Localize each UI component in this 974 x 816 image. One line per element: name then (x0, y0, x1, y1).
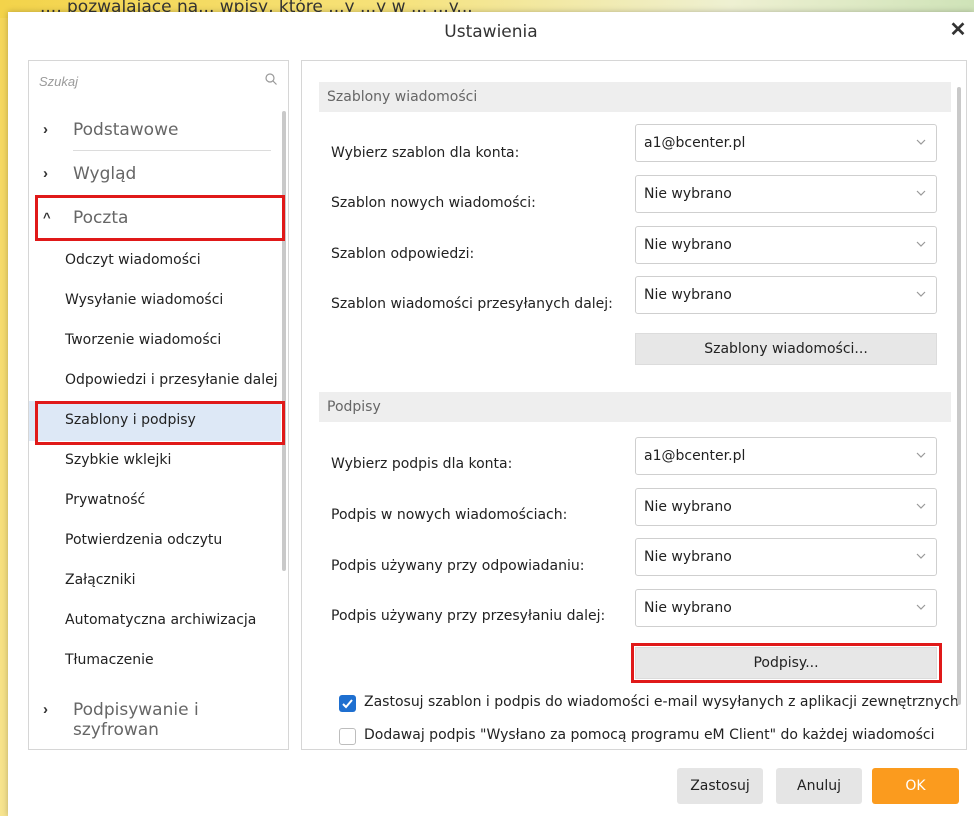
sidebar-scrollbar[interactable] (282, 111, 286, 571)
select-value: a1@bcenter.pl (644, 135, 746, 151)
nav-category-podstawowe[interactable]: › Podstawowe (29, 109, 281, 153)
nav-item-label: Załączniki (65, 572, 136, 588)
select-value: Nie wybrano (644, 499, 732, 515)
select-value: a1@bcenter.pl (644, 448, 746, 464)
chevron-down-icon (916, 291, 926, 297)
nav-category-podpisywanie[interactable]: › Podpisywanie i szyfrowan (29, 689, 281, 740)
select-value: Nie wybrano (644, 549, 732, 565)
signature-new-label: Podpis w nowych wiadomościach: (331, 507, 568, 523)
chevron-right-icon: › (43, 165, 48, 182)
chevron-right-icon: › (43, 701, 48, 718)
nav-item-tlumaczenie[interactable]: Tłumaczenie (29, 641, 281, 681)
close-icon[interactable]: ✕ (948, 20, 968, 40)
chevron-down-icon (916, 503, 926, 509)
signature-new-select[interactable]: Nie wybrano (635, 488, 937, 526)
chevron-down-icon (916, 241, 926, 247)
settings-dialog: Ustawienia ✕ › Podstawowe › Wygląd ^ Po (8, 12, 974, 816)
template-account-select[interactable]: a1@bcenter.pl (635, 124, 937, 162)
templates-button[interactable]: Szablony wiadomości... (635, 333, 937, 365)
search-box (29, 61, 288, 105)
signature-reply-select[interactable]: Nie wybrano (635, 538, 937, 576)
divider (73, 150, 271, 151)
select-value: Nie wybrano (644, 237, 732, 253)
cancel-button[interactable]: Anuluj (776, 768, 862, 804)
nav-category-label: Wygląd (73, 164, 137, 184)
ok-button[interactable]: OK (872, 768, 959, 804)
nav-category-label: Podstawowe (73, 120, 179, 140)
nav-item-label: Szybkie wklejki (65, 452, 172, 468)
highlight-poczta (35, 195, 285, 241)
apply-button[interactable]: Zastosuj (677, 768, 763, 804)
add-emclient-signature-checkbox[interactable] (339, 728, 356, 745)
chevron-down-icon (916, 190, 926, 196)
template-forward-select[interactable]: Nie wybrano (635, 276, 937, 314)
nav-category-wyglad[interactable]: › Wygląd (29, 153, 281, 197)
signature-forward-select[interactable]: Nie wybrano (635, 589, 937, 627)
nav-item-wysylanie[interactable]: Wysyłanie wiadomości (29, 281, 281, 321)
apply-external-label: Zastosuj szablon i podpis do wiadomości … (364, 694, 959, 710)
highlight-szablony (35, 401, 285, 445)
search-input[interactable] (37, 73, 261, 90)
nav-item-label: Odpowiedzi i przesyłanie dalej (65, 372, 278, 388)
nav-item-label: Tworzenie wiadomości (65, 332, 222, 348)
search-icon[interactable] (265, 73, 277, 85)
nav-item-label: Wysyłanie wiadomości (65, 292, 224, 308)
nav-item-prywatnosc[interactable]: Prywatność (29, 481, 281, 521)
select-value: Nie wybrano (644, 600, 732, 616)
nav-item-tworzenie[interactable]: Tworzenie wiadomości (29, 321, 281, 361)
dialog-titlebar: Ustawienia ✕ (8, 12, 974, 56)
settings-content: Szablony wiadomości Wybierz szablon dla … (301, 60, 967, 750)
chevron-down-icon (916, 553, 926, 559)
nav-item-label: Prywatność (65, 492, 146, 508)
section-title: Szablony wiadomości (327, 89, 478, 105)
section-header-signatures: Podpisy (319, 392, 951, 422)
apply-external-checkbox[interactable] (339, 695, 356, 712)
content-scrollbar[interactable] (957, 87, 961, 705)
nav-item-potwierdzenia[interactable]: Potwierdzenia odczytu (29, 521, 281, 561)
section-title: Podpisy (327, 399, 381, 415)
nav-item-odpowiedzi[interactable]: Odpowiedzi i przesyłanie dalej (29, 361, 281, 401)
template-reply-label: Szablon odpowiedzi: (331, 246, 475, 262)
nav-item-szybkie-wklejki[interactable]: Szybkie wklejki (29, 441, 281, 481)
nav-item-odczyt[interactable]: Odczyt wiadomości (29, 241, 281, 281)
nav-category-label: Podpisywanie i szyfrowan (73, 700, 199, 740)
template-new-select[interactable]: Nie wybrano (635, 175, 937, 213)
signature-reply-label: Podpis używany przy odpowiadaniu: (331, 558, 585, 574)
signature-account-label: Wybierz podpis dla konta: (331, 456, 513, 472)
nav-item-label: Automatyczna archiwizacja (65, 612, 257, 628)
select-value: Nie wybrano (644, 287, 732, 303)
dialog-title: Ustawienia (444, 22, 538, 42)
chevron-down-icon (916, 604, 926, 610)
chevron-down-icon (916, 452, 926, 458)
signature-forward-label: Podpis używany przy przesyłaniu dalej: (331, 608, 606, 624)
nav-item-label: Tłumaczenie (65, 652, 154, 668)
add-emclient-signature-label: Dodawaj podpis "Wysłano za pomocą progra… (364, 727, 935, 743)
template-account-label: Wybierz szablon dla konta: (331, 145, 520, 161)
checkmark-icon (342, 699, 353, 709)
section-header-templates: Szablony wiadomości (319, 82, 951, 112)
background-app-edge (0, 18, 8, 816)
chevron-down-icon (916, 139, 926, 145)
template-forward-label: Szablon wiadomości przesyłanych dalej: (331, 296, 613, 312)
highlight-signatures-button (631, 643, 942, 683)
signature-account-select[interactable]: a1@bcenter.pl (635, 437, 937, 475)
template-new-label: Szablon nowych wiadomości: (331, 195, 536, 211)
chevron-right-icon: › (43, 121, 48, 138)
settings-sidebar: › Podstawowe › Wygląd ^ Poczta Odczyt wi… (28, 60, 289, 750)
select-value: Nie wybrano (644, 186, 732, 202)
nav-item-archiwizacja[interactable]: Automatyczna archiwizacja (29, 601, 281, 641)
nav-item-label: Potwierdzenia odczytu (65, 532, 223, 548)
nav-item-label: Odczyt wiadomości (65, 252, 201, 268)
template-reply-select[interactable]: Nie wybrano (635, 226, 937, 264)
nav-item-zalaczniki[interactable]: Załączniki (29, 561, 281, 601)
